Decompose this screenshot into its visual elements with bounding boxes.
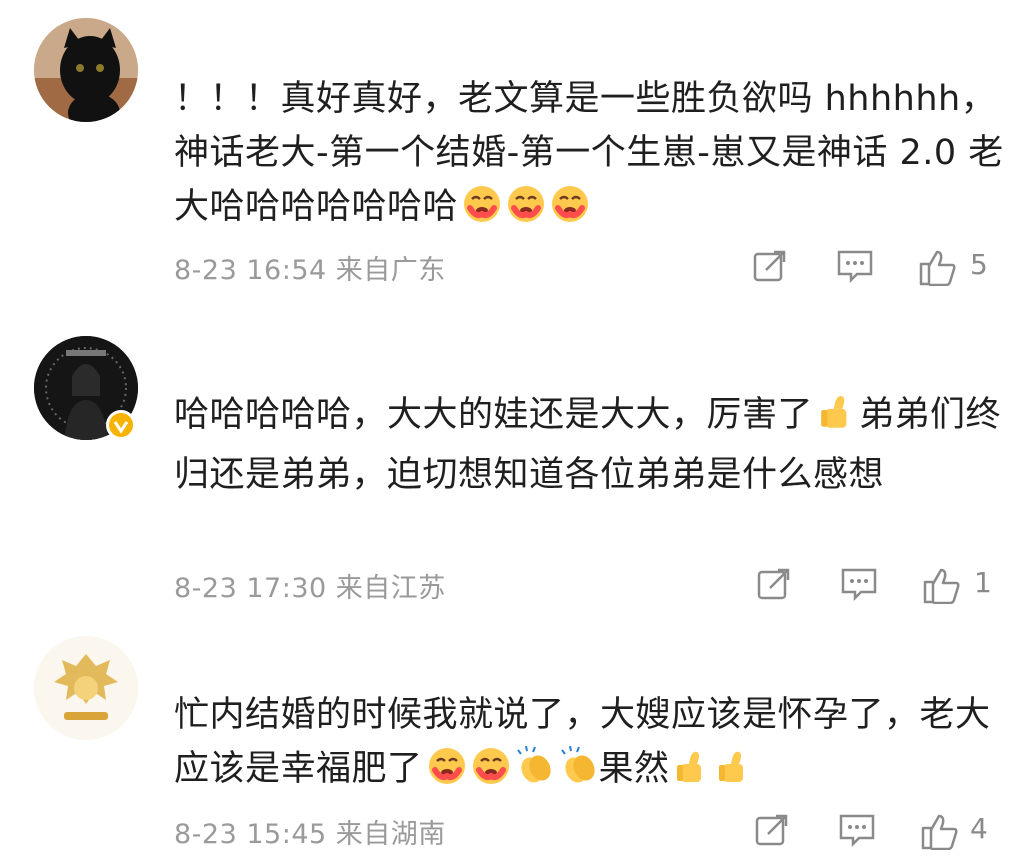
gold-emblem-avatar-icon [34, 636, 138, 740]
hug-face-emoji [506, 184, 546, 240]
comment-location: 来自江苏 [335, 573, 446, 604]
comment-meta: 8-23 16:54 来自广东 [174, 248, 446, 287]
share-icon[interactable] [752, 248, 788, 284]
comment-icon[interactable] [840, 566, 878, 602]
thumbs-up-emoji [817, 390, 859, 448]
comment-meta: 8-23 17:30 来自江苏 [174, 566, 446, 605]
share-icon[interactable] [754, 812, 790, 848]
comment-actions: 5 [750, 248, 1010, 288]
thumbs-up-emoji [716, 746, 754, 802]
comment-actions: 1 [750, 566, 1010, 606]
thumbs-up-emoji [674, 746, 712, 802]
comment-location: 来自广东 [335, 255, 446, 286]
comment-time: 8-23 15:45 [174, 819, 327, 850]
comment-text: 哈哈哈哈哈，大大的娃还是大大，厉害了 弟弟们终归还是弟弟，迫切想知道各位弟弟是什么… [174, 388, 1004, 502]
hug-face-emoji [462, 184, 502, 240]
hug-face-emoji [550, 184, 590, 240]
username[interactable] [174, 356, 234, 372]
like-icon[interactable] [922, 566, 962, 604]
comment-location: 来自湖南 [335, 819, 446, 850]
hug-face-emoji [471, 746, 511, 802]
comment-icon[interactable] [838, 812, 876, 848]
avatar[interactable] [34, 636, 138, 740]
share-icon[interactable] [756, 566, 792, 602]
hug-face-emoji [427, 746, 467, 802]
like-count: 4 [970, 812, 988, 845]
black-cat-avatar-icon [34, 18, 138, 122]
comment-meta: 8-23 15:45 来自湖南 [174, 812, 446, 851]
comment-time: 8-23 17:30 [174, 573, 327, 604]
comment-actions: 4 [750, 812, 1010, 852]
clap-emoji [515, 745, 556, 802]
avatar[interactable] [34, 18, 138, 122]
like-count: 5 [970, 248, 988, 281]
username[interactable] [174, 38, 234, 54]
comment-icon[interactable] [836, 248, 874, 284]
verified-badge [106, 410, 136, 440]
comment-text: 忙内结婚的时候我就说了，大嫂应该是怀孕了，老大应该是幸福肥了 果然 [174, 688, 1004, 802]
like-icon[interactable] [920, 812, 960, 850]
comment-time: 8-23 16:54 [174, 255, 327, 286]
like-count: 1 [974, 566, 992, 599]
like-icon[interactable] [918, 248, 958, 286]
comment-text: ！！！真好真好，老文算是一些胜负欲吗 hhhhhh，神话老大-第一个结婚-第一个… [174, 72, 1004, 240]
verified-icon [113, 421, 129, 434]
username[interactable] [174, 654, 234, 670]
clap-emoji [559, 745, 600, 802]
